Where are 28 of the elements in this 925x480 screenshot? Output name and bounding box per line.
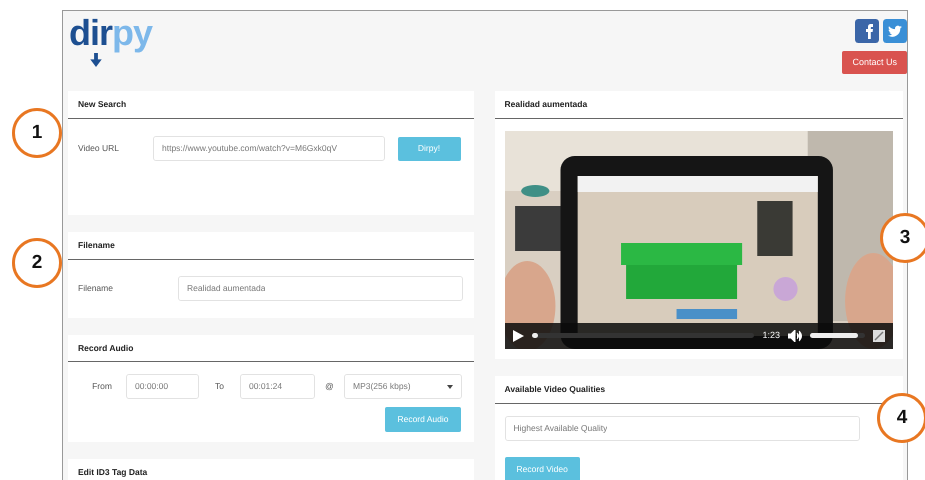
panel-title: Edit ID3 Tag Data [68, 459, 474, 480]
quality-select[interactable]: Highest Available Quality [504, 416, 860, 440]
panel-title: Record Audio [68, 334, 474, 362]
field-label: Filename [78, 282, 114, 295]
contact-button[interactable]: Contact Us [842, 51, 907, 74]
filename-field[interactable]: Realidad aumentada [178, 276, 463, 301]
logo[interactable]: dirpy [69, 11, 152, 66]
caret-icon [447, 384, 453, 389]
progress-bar[interactable] [532, 333, 754, 338]
url-field[interactable]: https://www.youtube.com/watch?v=M6Gxk0qV [153, 136, 385, 162]
panel-title: Filename [68, 232, 474, 260]
field-label: To [214, 380, 225, 394]
format-select[interactable]: MP3(256 kbps) [344, 374, 462, 400]
panel-title: New Search [68, 91, 474, 119]
play-icon[interactable] [512, 330, 524, 342]
field-label: Video URL [78, 142, 120, 156]
panel-title: Realidad aumentada [494, 91, 903, 119]
callout-marker: 1 [12, 108, 62, 158]
end-time-field[interactable]: 00:01:24 [240, 374, 315, 400]
twitter-icon[interactable] [883, 19, 907, 43]
fullscreen-icon[interactable] [873, 330, 885, 342]
volume-icon[interactable] [788, 330, 802, 342]
start-time-field[interactable]: 00:00:00 [126, 374, 199, 400]
field-label: From [91, 380, 113, 394]
field-label: @ [324, 380, 335, 394]
callout-marker: 2 [12, 238, 62, 288]
facebook-icon[interactable] [855, 19, 879, 43]
time-label: 1:23 [762, 329, 780, 342]
